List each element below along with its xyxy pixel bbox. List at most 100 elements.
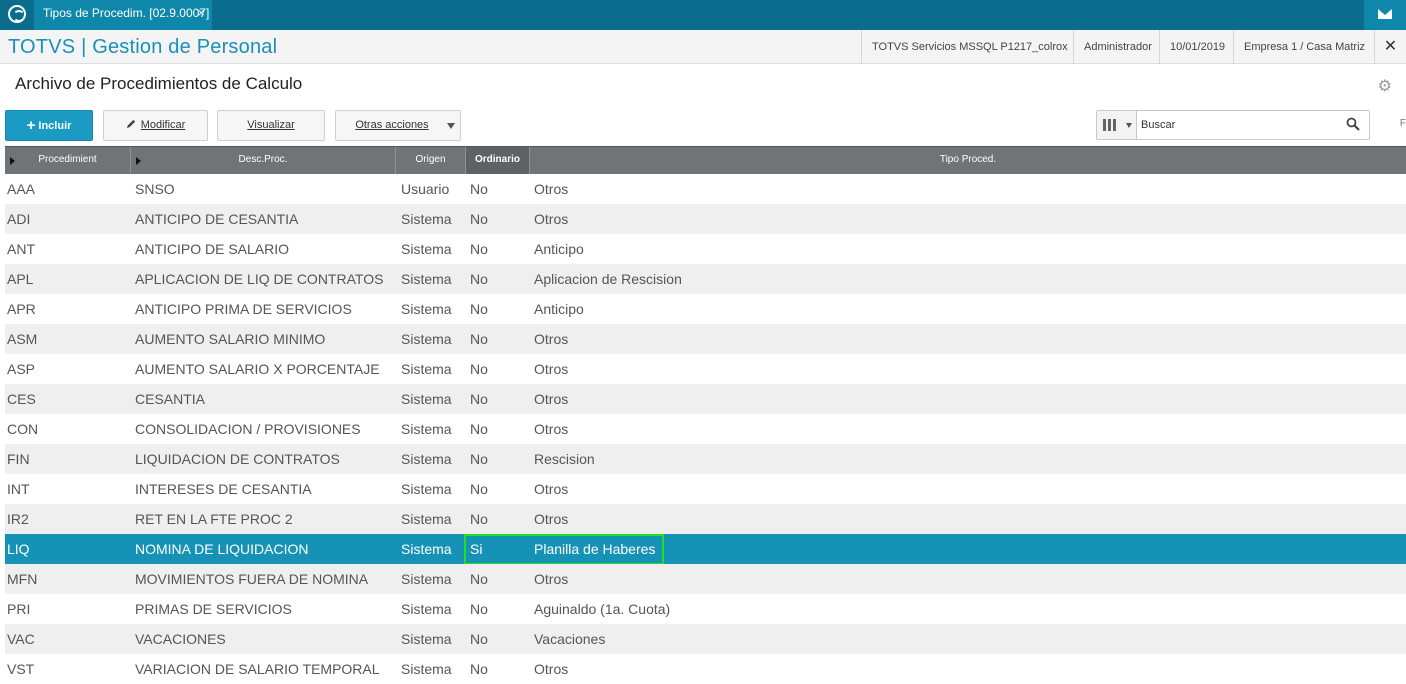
cell-desc-proc: CESANTIA [135,391,206,407]
page-title: Archivo de Procedimientos de Calculo [15,74,303,93]
cell-tipo-proced: Rescision [534,451,595,467]
gear-icon[interactable]: ⚙ [1378,76,1392,96]
table-row[interactable]: AAA SNSO Usuario No Otros [5,174,1406,204]
cell-origen: Sistema [401,481,452,497]
column-header-desc-proc[interactable]: Desc.Proc. [131,147,396,174]
cell-tipo-proced: Otros [534,361,569,377]
cell-origen: Sistema [401,541,452,557]
table-row[interactable]: IR2 RET EN LA FTE PROC 2 Sistema No Otros [5,504,1406,534]
modify-button[interactable]: Modificar [103,110,208,141]
table-row[interactable]: MFN MOVIMIENTOS FUERA DE NOMINA Sistema No O… [5,564,1406,594]
highlight-box [464,534,664,565]
cell-ordinario: No [470,451,488,467]
view-label: Visualizar [247,119,295,131]
table-row[interactable]: ANT ANTICIPO DE SALARIO Sistema No Anticipo [5,234,1406,264]
table-row[interactable]: ASM AUMENTO SALARIO MINIMO Sistema No Otros [5,324,1406,354]
cell-ordinario: No [470,481,488,497]
table-row[interactable]: VAC VACACIONES Sistema No Vacaciones [5,624,1406,654]
table-row[interactable]: ASP AUMENTO SALARIO X PORCENTAJE Sistema No… [5,354,1406,384]
company-info[interactable]: Empresa 1 / Casa Matriz [1233,30,1375,64]
cell-desc-proc: AUMENTO SALARIO MINIMO [135,331,326,347]
table-row[interactable]: CON CONSOLIDACION / PROVISIONES Sistema No O… [5,414,1406,444]
cell-desc-proc: ANTICIPO DE SALARIO [135,241,290,257]
search-input[interactable] [1141,114,1341,136]
cell-tipo-proced: Otros [534,181,569,197]
cell-origen: Sistema [401,601,452,617]
cell-tipo-proced: Aplicacion de Rescision [534,271,682,287]
column-header-origen[interactable]: Origen [396,147,466,174]
cell-ordinario: No [470,211,488,227]
cell-procedimient: APR [7,301,36,317]
cell-origen: Sistema [401,241,452,257]
column-header-label: Origen [415,154,446,165]
table-row[interactable]: ADI ANTICIPO DE CESANTIA Sistema No Otros [5,204,1406,234]
cell-tipo-proced: Anticipo [534,301,584,317]
totvs-logo-icon[interactable] [8,5,26,23]
cell-ordinario: No [470,301,488,317]
table-row[interactable]: INT INTERESES DE CESANTIA Sistema No Otros [5,474,1406,504]
cell-ordinario: No [470,601,488,617]
cell-tipo-proced: Otros [534,391,569,407]
tab-label: Tipos de Procedim. [02.9.0007] [43,6,210,20]
table-row[interactable]: FIN LIQUIDACION DE CONTRATOS Sistema No Resc… [5,444,1406,474]
cell-origen: Sistema [401,301,452,317]
table-row[interactable]: LIQ NOMINA DE LIQUIDACION Sistema Si Planill… [5,534,1406,565]
cell-desc-proc: AUMENTO SALARIO X PORCENTAJE [135,361,380,377]
cell-desc-proc: SNSO [135,181,175,197]
other-actions-label: Otras acciones [355,119,429,131]
table-row[interactable]: PRI PRIMAS DE SERVICIOS Sistema No Aguinaldo… [5,594,1406,624]
cell-procedimient: ANT [7,241,35,257]
include-button[interactable]: + Incluir [5,110,93,141]
cell-procedimient: PRI [7,601,31,617]
cell-tipo-proced: Otros [534,421,569,437]
cell-desc-proc: ANTICIPO PRIMA DE SERVICIOS [135,301,352,317]
column-header-ordinario[interactable]: Ordinario [466,147,530,174]
cell-tipo-proced: Aguinaldo (1a. Cuota) [534,601,671,617]
cell-origen: Sistema [401,511,452,527]
cell-procedimient: ADI [7,211,31,227]
environment-info[interactable]: TOTVS Servicios MSSQL P1217_colrox [861,30,1078,64]
cell-procedimient: ASP [7,361,36,377]
table-row[interactable]: CES CESANTIA Sistema No Otros [5,384,1406,414]
cell-tipo-proced: Otros [534,481,569,497]
messages-button[interactable] [1364,0,1406,30]
cell-origen: Sistema [401,211,452,227]
include-label: Incluir [38,120,72,132]
columns-button[interactable] [1097,111,1137,139]
cell-origen: Sistema [401,331,452,347]
search-icon[interactable] [1346,117,1360,131]
view-button[interactable]: Visualizar [217,110,325,141]
cell-desc-proc: CONSOLIDACION / PROVISIONES [135,421,361,437]
column-header-label: Ordinario [474,154,520,165]
tab-close-icon[interactable]: × [197,0,205,26]
sort-arrow-icon [10,157,15,165]
column-header-tipo-proced[interactable]: Tipo Proced. [530,147,1406,174]
date-info[interactable]: 10/01/2019 [1159,30,1235,64]
app-header: TOTVS | Gestion de Personal TOTVS Servic… [0,30,1406,64]
filter-link[interactable]: F [1400,118,1406,129]
cell-desc-proc: NOMINA DE LIQUIDACION [135,541,309,557]
table-row[interactable]: APR ANTICIPO PRIMA DE SERVICIOS Sistema No A… [5,294,1406,324]
cell-origen: Sistema [401,271,452,287]
cell-ordinario: No [470,631,488,647]
column-header-procedimient[interactable]: Procedimient [5,147,131,174]
grid-header: Procedimient Desc.Proc. Origen Ordinario… [5,146,1406,174]
cell-origen: Sistema [401,361,452,377]
cell-procedimient: ASM [7,331,38,347]
chevron-down-icon [1126,123,1132,128]
close-app-button[interactable]: ✕ [1374,30,1406,64]
cell-origen: Sistema [401,631,452,647]
tab-tipos-de-procedim[interactable]: Tipos de Procedim. [02.9.0007] × [34,0,212,30]
cell-procedimient: APL [7,271,34,287]
user-info[interactable]: Administrador [1073,30,1162,64]
cell-ordinario: No [470,391,488,407]
cell-procedimient: MFN [7,571,38,587]
cell-ordinario: No [470,241,488,257]
cell-tipo-proced: Otros [534,331,569,347]
cell-ordinario: No [470,421,488,437]
column-header-label: Tipo Proced. [939,154,997,165]
table-row[interactable]: APL APLICACION DE LIQ DE CONTRATOS Sistema… [5,264,1406,294]
cell-ordinario: No [470,361,488,377]
other-actions-dropdown[interactable]: Otras acciones [335,110,461,141]
cell-procedimient: AAA [7,181,36,197]
